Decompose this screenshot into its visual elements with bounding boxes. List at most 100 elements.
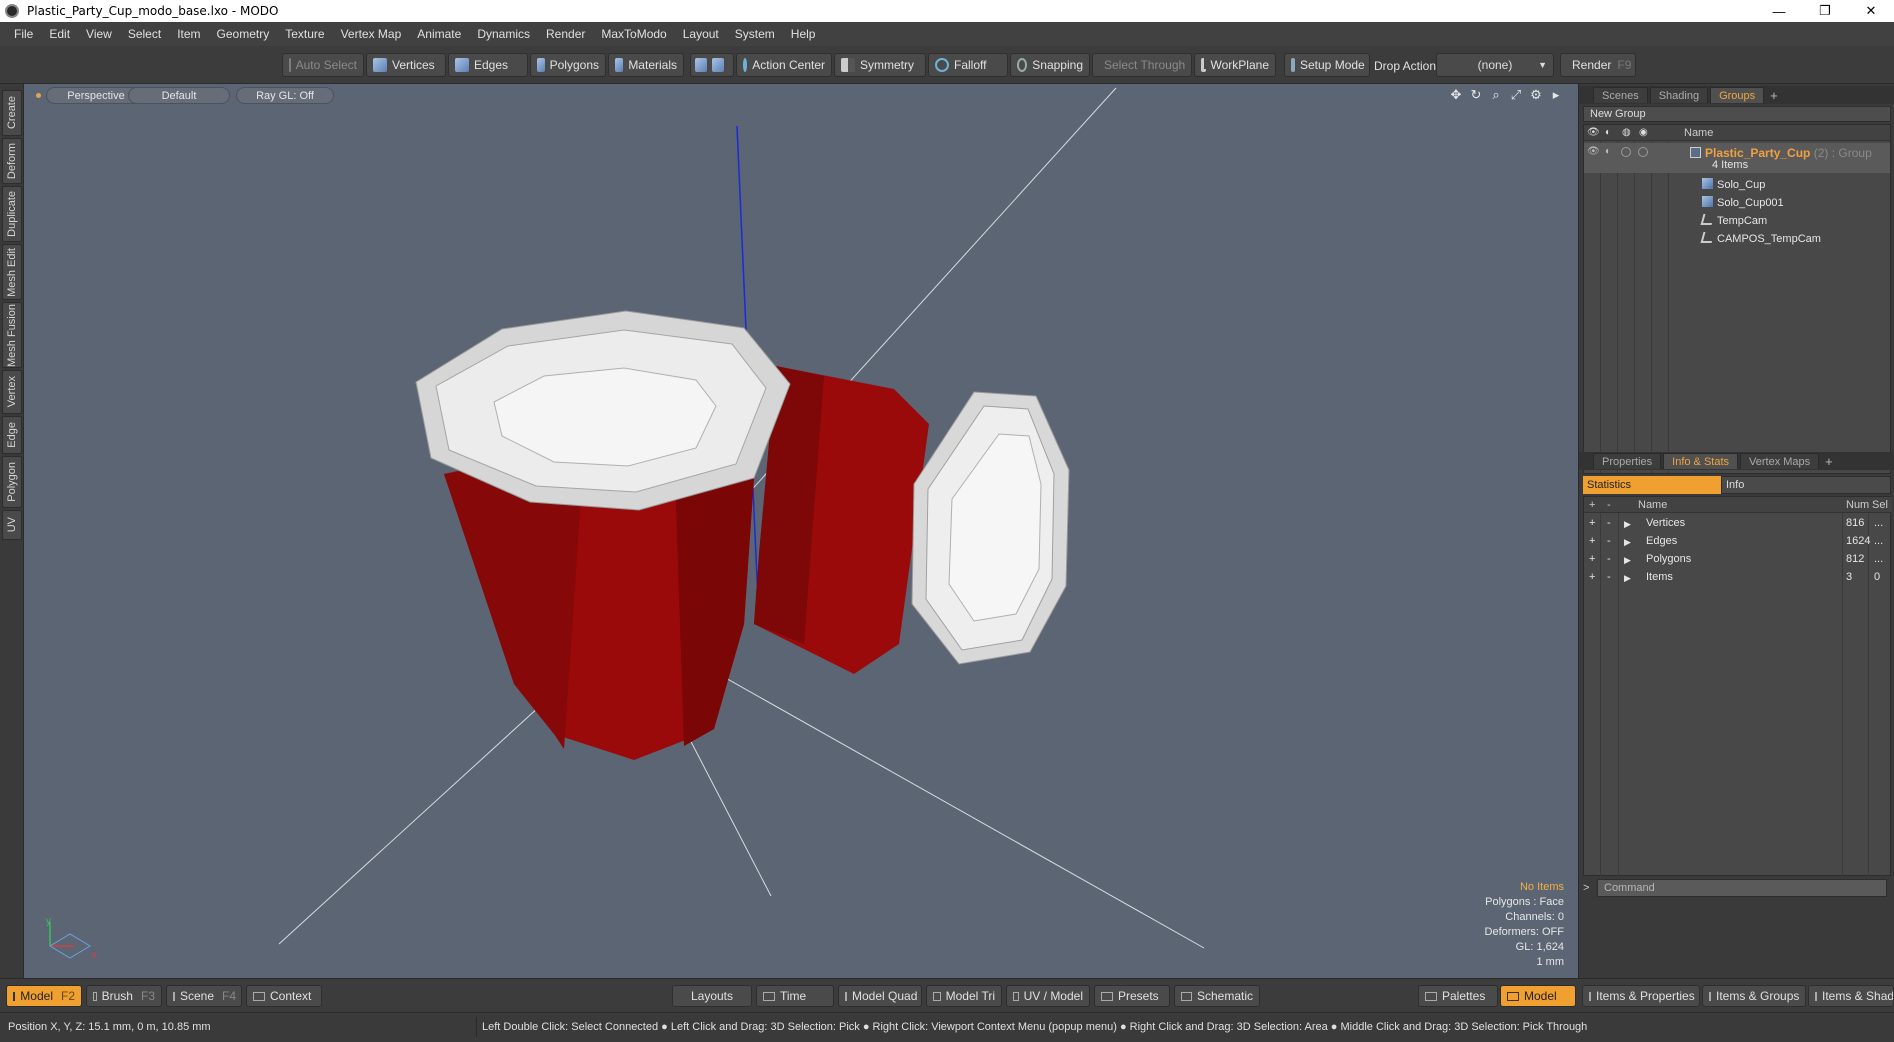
menu-vertex-map[interactable]: Vertex Map — [333, 27, 410, 41]
add-tab-icon[interactable]: + — [1825, 454, 1833, 469]
edges-button[interactable]: Edges — [448, 53, 528, 77]
zoom-view-icon[interactable]: ⌕ — [1488, 87, 1504, 103]
tab-properties[interactable]: Properties — [1593, 453, 1662, 469]
materials-button[interactable]: Materials — [608, 53, 684, 77]
expand-arrow-icon[interactable]: ▶ — [1624, 573, 1631, 584]
menu-texture[interactable]: Texture — [277, 27, 332, 41]
3d-viewport[interactable]: Perspective Default Ray GL: Off ✥ ↻ ⌕ ⤢ … — [24, 84, 1578, 978]
tab-vertex-maps[interactable]: Vertex Maps — [1740, 453, 1820, 469]
list-item[interactable]: Solo_Cup — [1584, 175, 1890, 193]
new-group-button[interactable]: New Group — [1583, 106, 1891, 122]
layouts-button[interactable]: Layouts — [672, 985, 752, 1007]
rotate-view-icon[interactable]: ↻ — [1468, 87, 1484, 103]
select-icon[interactable]: ◉ — [1639, 127, 1648, 138]
command-input[interactable] — [1597, 879, 1887, 897]
add-tab-icon[interactable]: + — [1770, 88, 1778, 103]
move-view-icon[interactable]: ✥ — [1448, 87, 1464, 103]
tab-vertex[interactable]: Vertex — [2, 370, 22, 414]
context-layout-button[interactable]: Context — [246, 985, 322, 1007]
menu-system[interactable]: System — [727, 27, 783, 41]
brush-layout-button[interactable]: Brush F3 — [86, 985, 162, 1007]
menu-geometry[interactable]: Geometry — [209, 27, 278, 41]
falloff-button[interactable]: Falloff — [928, 53, 1008, 77]
remove-icon[interactable]: - — [1607, 517, 1611, 529]
tab-uv[interactable]: UV — [2, 510, 22, 540]
model-layout-button[interactable]: Model F2 — [6, 985, 82, 1007]
palettes-button[interactable]: Palettes — [1418, 985, 1498, 1007]
tab-duplicate[interactable]: Duplicate — [2, 186, 22, 242]
expand-arrow-icon[interactable]: ▶ — [1624, 519, 1631, 530]
tab-mesh-fusion[interactable]: Mesh Fusion — [2, 302, 22, 368]
render-icon[interactable]: ◐ — [1605, 127, 1611, 138]
list-item[interactable]: CAMPOS_TempCam — [1584, 229, 1890, 247]
model-tab-button[interactable]: Model — [1500, 985, 1576, 1007]
tab-edge[interactable]: Edge — [2, 416, 22, 454]
add-icon[interactable]: + — [1589, 535, 1595, 547]
tab-shading[interactable]: Shading — [1649, 87, 1709, 103]
tab-info[interactable]: Info — [1721, 476, 1891, 494]
workplane-button[interactable]: WorkPlane — [1194, 53, 1276, 77]
symmetry-button[interactable]: Symmetry — [834, 53, 926, 77]
menu-render[interactable]: Render — [538, 27, 593, 41]
group-row[interactable]: 👁 ◐ Plastic_Party_Cup (2) : Group 4 Item… — [1584, 143, 1890, 173]
uv-model-button[interactable]: UV / Model — [1006, 985, 1090, 1007]
settings-gear-icon[interactable]: ⚙ — [1528, 87, 1544, 103]
menu-view[interactable]: View — [78, 27, 120, 41]
action-center-button[interactable]: Action Center — [736, 53, 832, 77]
viewport-menu-dot-icon[interactable] — [36, 93, 41, 98]
model-tri-button[interactable]: Model Tri — [926, 985, 1002, 1007]
remove-icon[interactable]: - — [1607, 571, 1611, 583]
lock-icon[interactable]: ◍ — [1622, 127, 1631, 138]
tab-deform[interactable]: Deform — [2, 138, 22, 184]
add-icon[interactable]: + — [1589, 553, 1595, 565]
setup-mode-button[interactable]: Setup Mode — [1284, 53, 1370, 77]
menu-help[interactable]: Help — [783, 27, 824, 41]
table-row[interactable]: + - ▶ Edges 1624 ... — [1584, 533, 1892, 551]
items-groups-button[interactable]: Items & Groups — [1702, 985, 1806, 1007]
minimize-button[interactable]: — — [1756, 0, 1802, 22]
expand-arrow-icon[interactable]: ▶ — [1624, 537, 1631, 548]
select-toggle-icon[interactable] — [1638, 147, 1648, 157]
remove-icon[interactable]: - — [1607, 553, 1611, 565]
add-icon[interactable]: + — [1589, 571, 1595, 583]
time-button[interactable]: Time — [756, 985, 834, 1007]
remove-icon[interactable]: - — [1607, 535, 1611, 547]
table-row[interactable]: + - ▶ Polygons 812 ... — [1584, 551, 1892, 569]
vertices-button[interactable]: Vertices — [366, 53, 446, 77]
menu-dynamics[interactable]: Dynamics — [469, 27, 538, 41]
presets-button[interactable]: Presets — [1094, 985, 1170, 1007]
lock-toggle-icon[interactable] — [1621, 147, 1631, 157]
tab-create[interactable]: Create — [2, 90, 22, 136]
model-quad-button[interactable]: Model Quad — [838, 985, 922, 1007]
tab-mesh-edit[interactable]: Mesh Edit — [2, 244, 22, 300]
list-item[interactable]: Solo_Cup001 — [1584, 193, 1890, 211]
expand-all-icon[interactable]: + — [1589, 499, 1595, 511]
scene-layout-button[interactable]: Scene F4 — [166, 985, 242, 1007]
visibility-eye-icon[interactable]: 👁 — [1587, 146, 1600, 157]
list-item[interactable]: TempCam — [1584, 211, 1890, 229]
close-button[interactable]: ✕ — [1848, 0, 1894, 22]
collapse-all-icon[interactable]: - — [1607, 499, 1611, 511]
snapping-button[interactable]: Snapping — [1010, 53, 1090, 77]
tab-polygon[interactable]: Polygon — [2, 456, 22, 508]
items-shading-button[interactable]: Items & Shadi — [1808, 985, 1894, 1007]
selection-mode-toggles[interactable] — [690, 53, 734, 77]
menu-animate[interactable]: Animate — [409, 27, 469, 41]
raygl-dropdown[interactable]: Ray GL: Off — [236, 87, 334, 104]
expand-arrow-icon[interactable]: ▶ — [1624, 555, 1631, 566]
menu-item[interactable]: Item — [169, 27, 208, 41]
polygons-button[interactable]: Polygons — [530, 53, 606, 77]
table-row[interactable]: + - ▶ Vertices 816 ... — [1584, 515, 1892, 533]
shading-dropdown[interactable]: Default — [128, 87, 230, 104]
tab-scenes[interactable]: Scenes — [1593, 87, 1648, 103]
add-icon[interactable]: + — [1589, 517, 1595, 529]
menu-layout[interactable]: Layout — [675, 27, 727, 41]
render-button[interactable]: Render F9 — [1560, 53, 1636, 77]
schematic-button[interactable]: Schematic — [1174, 985, 1260, 1007]
select-through-button[interactable]: Select Through — [1092, 53, 1192, 77]
tab-info-stats[interactable]: Info & Stats — [1663, 453, 1739, 469]
table-row[interactable]: + - ▶ Items 3 0 — [1584, 569, 1892, 587]
command-history-icon[interactable]: > — [1583, 882, 1597, 894]
menu-select[interactable]: Select — [120, 27, 169, 41]
restore-button[interactable]: ❐ — [1802, 0, 1848, 22]
